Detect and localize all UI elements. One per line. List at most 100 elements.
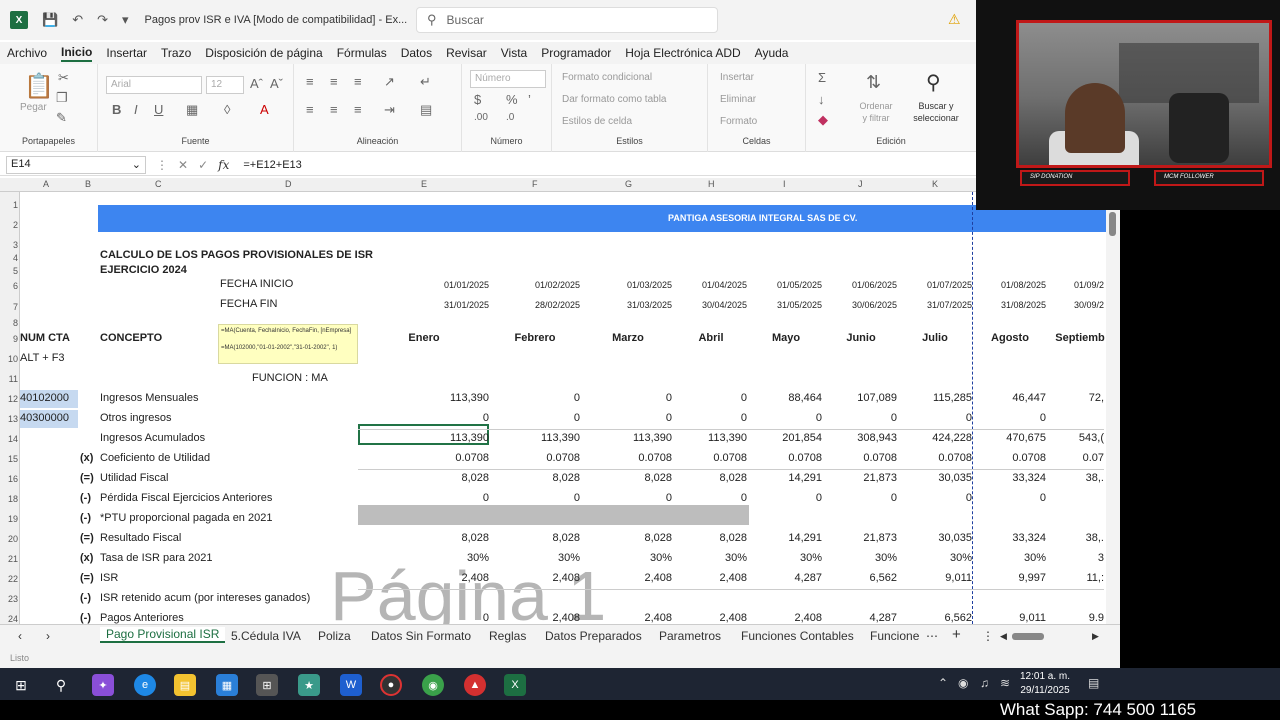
mic-tray-icon[interactable]: ♫ bbox=[980, 676, 989, 690]
copilot-icon[interactable]: ✦ bbox=[92, 674, 114, 696]
fecha-inicio-cell[interactable]: 01/01/2025 bbox=[399, 280, 489, 290]
menu-f-rmulas[interactable]: Fórmulas bbox=[337, 46, 387, 60]
paste-button[interactable]: Pegar bbox=[20, 102, 47, 113]
row-header[interactable]: 13 bbox=[0, 414, 18, 424]
tab-poliza[interactable]: Poliza bbox=[318, 629, 351, 643]
account-cell[interactable]: 40300000 bbox=[20, 410, 78, 428]
format-cells-button[interactable]: Formato bbox=[720, 116, 757, 127]
align-top-icon[interactable]: ≡ bbox=[306, 74, 314, 89]
value-cell[interactable]: 72, bbox=[1014, 392, 1104, 404]
tab-prev-icon[interactable]: ‹ bbox=[18, 629, 22, 643]
row-header[interactable]: 9 bbox=[0, 334, 18, 344]
column-header-e[interactable]: E bbox=[421, 179, 427, 189]
align-bottom-icon[interactable]: ≡ bbox=[354, 74, 362, 89]
clear-icon[interactable]: ◆ bbox=[818, 112, 828, 128]
font-size-select[interactable]: 12 bbox=[206, 76, 244, 94]
indent-icon[interactable]: ⇥ bbox=[384, 102, 395, 118]
row-header[interactable]: 2 bbox=[0, 220, 18, 230]
windows-start-icon[interactable]: ⊞ bbox=[10, 674, 32, 696]
fecha-fin-cell[interactable]: 28/02/2025 bbox=[490, 300, 580, 310]
wrap-text-icon[interactable]: ↵ bbox=[420, 74, 431, 90]
fecha-inicio-cell[interactable]: 01/09/2 bbox=[1014, 280, 1104, 290]
value-cell[interactable]: 2,408 bbox=[490, 572, 580, 584]
chrome-icon[interactable]: ◉ bbox=[422, 674, 444, 696]
menu-vista[interactable]: Vista bbox=[501, 46, 527, 60]
row-header[interactable]: 24 bbox=[0, 614, 18, 624]
clock[interactable]: 12:01 a. m. 29/11/2025 bbox=[1020, 670, 1070, 698]
redo-icon[interactable]: ↷ bbox=[97, 12, 108, 28]
value-cell[interactable]: 0 bbox=[490, 492, 580, 504]
row-header[interactable]: 3 bbox=[0, 240, 18, 250]
column-header-f[interactable]: F bbox=[532, 179, 538, 189]
scroll-thumb[interactable] bbox=[1109, 212, 1116, 236]
camera-tray-icon[interactable]: ◉ bbox=[958, 676, 968, 690]
word-icon[interactable]: W bbox=[340, 674, 362, 696]
find-select-button[interactable]: Buscar y seleccionar bbox=[904, 100, 968, 124]
value-cell[interactable]: 8,028 bbox=[490, 532, 580, 544]
save-icon[interactable]: 💾 bbox=[42, 12, 58, 28]
value-cell[interactable]: 8,028 bbox=[399, 532, 489, 544]
value-cell[interactable]: 38,. bbox=[1014, 532, 1104, 544]
cell-styles-button[interactable]: Estilos de celda bbox=[562, 116, 632, 127]
column-header-a[interactable]: A bbox=[43, 179, 49, 189]
align-center-icon[interactable]: ≡ bbox=[330, 102, 338, 117]
number-format-select[interactable]: Número bbox=[470, 70, 546, 88]
copy-icon[interactable]: ❐ bbox=[56, 90, 68, 106]
value-cell[interactable]: 113,390 bbox=[399, 432, 489, 444]
insert-cells-button[interactable]: Insertar bbox=[720, 72, 754, 83]
formula-input[interactable]: =+E12+E13 bbox=[243, 159, 301, 171]
decrease-decimal-icon[interactable]: .0 bbox=[506, 112, 514, 123]
value-cell[interactable]: 3 bbox=[1014, 552, 1104, 564]
notifications-icon[interactable]: ▤ bbox=[1088, 676, 1099, 690]
enter-icon[interactable]: ✓ bbox=[198, 158, 208, 172]
grow-font-icon[interactable]: Aˆ bbox=[250, 76, 263, 91]
fecha-inicio-cell[interactable]: 01/02/2025 bbox=[490, 280, 580, 290]
hscroll-thumb[interactable] bbox=[1012, 633, 1044, 640]
fill-icon[interactable]: ↓ bbox=[818, 92, 825, 107]
chrome-recorder-icon[interactable]: ● bbox=[380, 674, 402, 696]
value-cell[interactable]: 2,408 bbox=[399, 572, 489, 584]
currency-icon[interactable]: $ bbox=[474, 92, 481, 107]
value-cell[interactable]: 2,408 bbox=[490, 612, 580, 624]
vertical-scrollbar[interactable] bbox=[1106, 192, 1120, 624]
font-name-select[interactable]: Arial bbox=[106, 76, 202, 94]
paste-icon[interactable]: 📋 bbox=[24, 72, 54, 101]
pdf-icon[interactable]: ▲ bbox=[464, 674, 486, 696]
menu-trazo[interactable]: Trazo bbox=[161, 46, 191, 60]
row-header[interactable]: 22 bbox=[0, 574, 18, 584]
row-header[interactable]: 15 bbox=[0, 454, 18, 464]
row-header[interactable]: 18 bbox=[0, 494, 18, 504]
hscroll-right-icon[interactable]: ▶ bbox=[1092, 631, 1099, 642]
merge-icon[interactable]: ▤ bbox=[420, 102, 432, 118]
tab-reglas[interactable]: Reglas bbox=[489, 629, 526, 643]
store-icon[interactable]: ▦ bbox=[216, 674, 238, 696]
align-left-icon[interactable]: ≡ bbox=[306, 102, 314, 117]
italic-icon[interactable]: I bbox=[134, 102, 138, 117]
row-header[interactable]: 10 bbox=[0, 354, 18, 364]
row-header[interactable]: 1 bbox=[0, 200, 18, 210]
format-as-table-button[interactable]: Dar formato como tabla bbox=[562, 94, 667, 105]
conditional-format-button[interactable]: Formato condicional bbox=[562, 72, 652, 83]
value-cell[interactable]: 0 bbox=[490, 392, 580, 404]
customize-icon[interactable]: ▾ bbox=[122, 12, 129, 28]
find-icon[interactable]: ⚲ bbox=[926, 70, 941, 95]
value-cell[interactable]: 543,( bbox=[1014, 432, 1104, 444]
menu-insertar[interactable]: Insertar bbox=[106, 46, 147, 60]
menu-ayuda[interactable]: Ayuda bbox=[755, 46, 789, 60]
options-icon[interactable]: ⋮ bbox=[982, 629, 994, 643]
align-middle-icon[interactable]: ≡ bbox=[330, 74, 338, 89]
tab-funciones-contables[interactable]: Funciones Contables bbox=[741, 629, 854, 643]
row-header[interactable]: 21 bbox=[0, 554, 18, 564]
add-sheet-icon[interactable]: + bbox=[952, 626, 961, 643]
column-header-i[interactable]: I bbox=[783, 179, 786, 189]
value-cell[interactable]: 113,390 bbox=[399, 392, 489, 404]
tab-datos-sin-formato[interactable]: Datos Sin Formato bbox=[371, 629, 471, 643]
row-header[interactable]: 16 bbox=[0, 474, 18, 484]
tab-5-c-dula-iva[interactable]: 5.Cédula IVA bbox=[231, 629, 301, 643]
name-box[interactable]: E14 ⌄ bbox=[6, 155, 146, 174]
value-cell[interactable]: 0.0708 bbox=[399, 452, 489, 464]
comma-icon[interactable]: ’ bbox=[528, 92, 531, 107]
tab-parametros[interactable]: Parametros bbox=[659, 629, 721, 643]
file-explorer-icon[interactable]: ▤ bbox=[174, 674, 196, 696]
value-cell[interactable]: 0.0708 bbox=[490, 452, 580, 464]
